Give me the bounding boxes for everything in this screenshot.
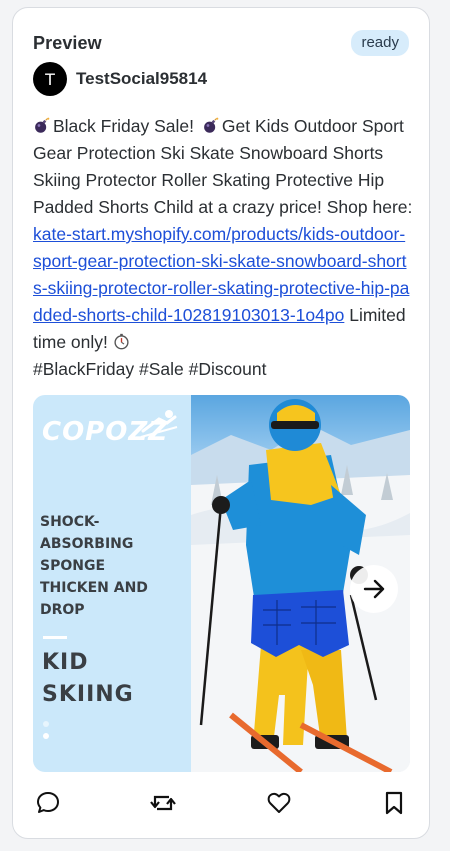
post-preview-card: Preview ready T TestSocial95814 Black Fr…	[12, 7, 430, 839]
repost-icon	[150, 795, 177, 811]
carousel-next-button[interactable]	[350, 565, 398, 613]
ad-headline-line2: SKIING	[42, 682, 134, 707]
carousel-dots	[43, 721, 49, 745]
bomb-emoji-icon	[35, 117, 50, 133]
ad-tagline: SHOCK-ABSORBING SPONGE THICKEN AND DROP	[40, 511, 191, 621]
ad-headline-line1: KID	[42, 650, 89, 675]
avatar: T	[33, 62, 67, 96]
post-text-sale: Black Friday Sale!	[53, 116, 195, 136]
skier-logo-icon	[140, 410, 178, 438]
ad-headline: KID SKIING	[42, 647, 134, 711]
ad-tagline-line3: THICKEN AND DROP	[40, 580, 148, 618]
like-button[interactable]	[264, 788, 294, 818]
bookmark-button[interactable]	[379, 788, 409, 818]
account-name: TestSocial95814	[76, 69, 208, 88]
divider	[43, 636, 67, 639]
status-badge: ready	[351, 30, 409, 56]
action-bar	[33, 788, 409, 818]
comment-button[interactable]	[33, 788, 63, 818]
stopwatch-emoji-icon	[114, 333, 129, 350]
ad-tagline-line2: SPONGE	[40, 558, 106, 574]
media-carousel[interactable]: COPOZZ SHOCK-ABSORBING SPONGE THICKEN AN…	[33, 395, 410, 772]
preview-header: Preview ready	[33, 30, 409, 56]
arrow-right-icon	[363, 579, 385, 599]
carousel-dot-active	[43, 733, 49, 739]
carousel-dot	[43, 721, 49, 727]
ad-tagline-line1: SHOCK-ABSORBING	[40, 514, 134, 552]
media-ad-panel: COPOZZ SHOCK-ABSORBING SPONGE THICKEN AN…	[33, 395, 191, 772]
post-text: Black Friday Sale! Get Kids Outdoor Spor…	[33, 113, 413, 383]
heart-icon	[267, 792, 291, 813]
bomb-emoji-icon	[204, 117, 219, 133]
preview-title: Preview	[33, 32, 102, 53]
repost-button[interactable]	[148, 788, 178, 818]
hashtags: #BlackFriday #Sale #Discount	[33, 359, 267, 379]
bookmark-icon	[385, 791, 403, 815]
comment-icon	[37, 792, 59, 813]
account-row: T TestSocial95814	[33, 61, 207, 97]
